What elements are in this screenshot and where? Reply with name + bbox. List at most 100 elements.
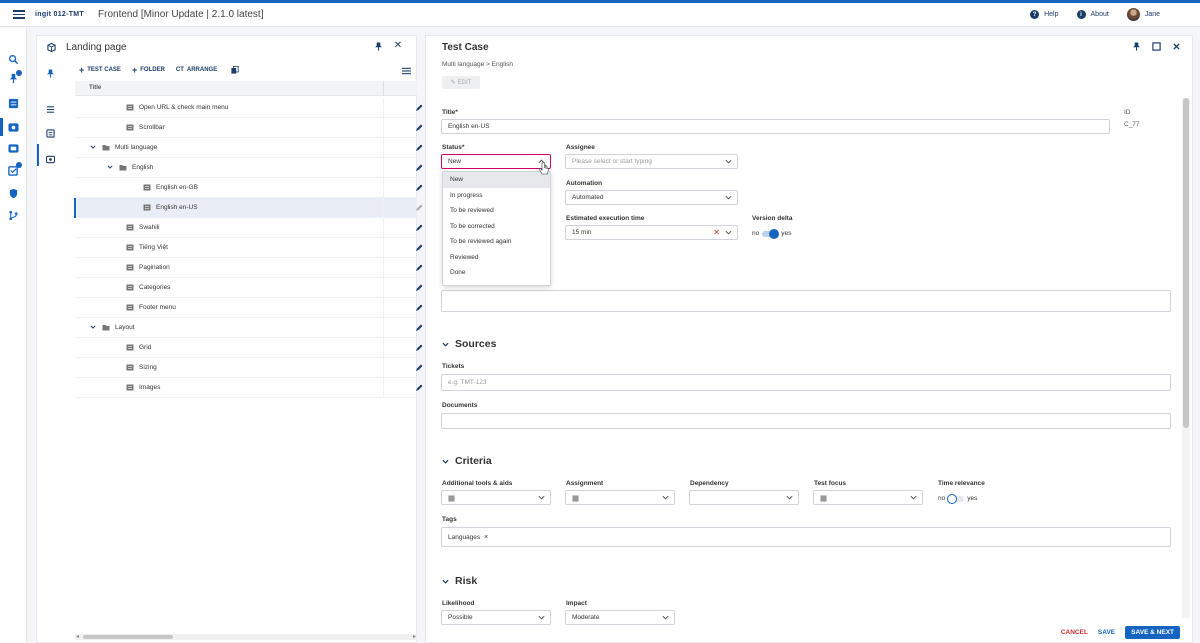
assignment-select[interactable] — [565, 490, 675, 505]
tree-row[interactable]: Tiếng Việt — [75, 238, 441, 258]
scroll-left-icon[interactable]: ◂ — [76, 634, 79, 640]
version-delta-toggle[interactable]: no yes — [752, 228, 791, 239]
pencil-icon[interactable] — [415, 144, 423, 152]
pin-panel-icon[interactable] — [374, 42, 383, 51]
scroll-right-icon[interactable]: ▸ — [413, 634, 416, 640]
tasks-icon[interactable] — [8, 162, 22, 176]
menu-icon[interactable] — [13, 10, 25, 19]
tree-row[interactable]: English en-GB — [75, 178, 441, 198]
cancel-button[interactable]: CANCEL — [1061, 629, 1088, 636]
pin-icon[interactable] — [8, 70, 22, 84]
status-select[interactable]: New — [441, 154, 551, 169]
sources-section-header[interactable]: Sources — [442, 338, 496, 350]
tree-row[interactable]: Grid — [75, 338, 441, 358]
folder-icon[interactable] — [8, 143, 19, 154]
tree-row[interactable]: Multi language — [75, 138, 441, 158]
test-case-tab-icon[interactable] — [46, 129, 55, 138]
save-button[interactable]: SAVE — [1098, 629, 1115, 636]
tree-row[interactable]: Scrollbar — [75, 118, 441, 138]
status-option[interactable]: To be reviewed again — [443, 234, 550, 250]
tree-row[interactable]: Layout — [75, 318, 441, 338]
scrollbar-thumb[interactable] — [1183, 98, 1189, 428]
status-option[interactable]: To be reviewed — [443, 203, 550, 219]
chevron-down-icon[interactable] — [107, 164, 113, 170]
search-icon[interactable] — [8, 54, 19, 65]
documents-input[interactable] — [441, 413, 1171, 429]
status-option[interactable]: Reviewed — [443, 250, 550, 266]
close-icon[interactable]: ✕ — [393, 41, 403, 51]
copy-icon[interactable] — [231, 66, 239, 74]
risk-section-header[interactable]: Risk — [442, 575, 477, 587]
title-input[interactable]: English en-US — [441, 119, 1110, 134]
tree-row[interactable]: Sizing — [75, 358, 441, 378]
automation-select[interactable]: Automated — [565, 190, 738, 205]
user-menu[interactable]: Jane — [1126, 8, 1160, 21]
add-folder-button[interactable]: + FOLDER — [132, 66, 165, 75]
pencil-icon[interactable] — [415, 224, 423, 232]
tickets-input[interactable]: e.g. TMT-123 — [441, 374, 1171, 391]
branch-icon[interactable] — [8, 210, 19, 221]
likelihood-select[interactable]: Possible — [441, 610, 551, 625]
tree-row[interactable]: English — [75, 158, 441, 178]
arrange-button[interactable]: CT ARRANGE — [176, 67, 217, 73]
app-logo[interactable]: ingit 012-TMT — [35, 11, 84, 18]
pencil-icon[interactable] — [415, 164, 423, 172]
edit-button[interactable]: ✎ EDIT — [442, 76, 480, 89]
status-option[interactable]: New — [443, 172, 550, 188]
status-option[interactable]: To be corrected — [443, 219, 550, 235]
status-option[interactable]: Done — [443, 265, 550, 281]
chevron-down-icon[interactable] — [90, 324, 96, 330]
remove-tag-icon[interactable]: × — [484, 534, 488, 541]
tree-row[interactable]: English en-US — [75, 198, 441, 218]
tree-row[interactable]: Pagination — [75, 258, 441, 278]
pencil-icon[interactable] — [415, 244, 423, 252]
tree-row[interactable]: Open URL & check main menu — [75, 98, 441, 118]
time-relevance-toggle[interactable]: no yes — [938, 493, 977, 504]
pencil-icon[interactable] — [415, 124, 423, 132]
impact-select[interactable]: Moderate — [565, 610, 675, 625]
add-test-case-button[interactable]: + TEST CASE — [79, 66, 121, 75]
tree-row[interactable]: Images — [75, 378, 441, 398]
chevron-down-icon[interactable] — [90, 144, 96, 150]
save-next-button[interactable]: SAVE & NEXT — [1125, 626, 1180, 639]
pencil-icon[interactable] — [415, 344, 423, 352]
pin-panel-icon[interactable] — [1132, 42, 1141, 51]
tree-row[interactable]: Footer menu — [75, 298, 441, 318]
tree-row[interactable]: Categories — [75, 278, 441, 298]
maximize-icon[interactable] — [1152, 42, 1161, 51]
help-link[interactable]: ? Help — [1030, 10, 1059, 19]
criteria-section-header[interactable]: Criteria — [442, 455, 492, 467]
pencil-icon[interactable] — [415, 364, 423, 372]
exec-time-select[interactable]: 15 min ✕ — [565, 225, 738, 240]
scrollbar-thumb[interactable] — [83, 635, 173, 639]
description-field[interactable] — [441, 290, 1171, 312]
test-focus-select[interactable] — [813, 490, 923, 505]
pencil-icon[interactable] — [415, 284, 423, 292]
list-tab-icon[interactable] — [46, 105, 55, 114]
pin-tab-icon[interactable] — [46, 69, 55, 78]
test-case-icon[interactable] — [8, 122, 19, 133]
tools-select[interactable] — [441, 490, 551, 505]
pencil-icon[interactable] — [415, 324, 423, 332]
columns-icon[interactable] — [402, 67, 411, 75]
status-option[interactable]: In progress — [443, 188, 550, 204]
pencil-icon[interactable] — [415, 104, 423, 112]
close-icon[interactable] — [1172, 42, 1181, 51]
pencil-icon[interactable] — [415, 184, 423, 192]
clear-icon[interactable]: ✕ — [713, 228, 720, 237]
pencil-icon[interactable] — [415, 384, 423, 392]
project-title[interactable]: Frontend [Minor Update | 2.1.0 latest] — [98, 9, 263, 20]
run-tab-icon[interactable] — [46, 155, 55, 164]
assignee-select[interactable]: Please select or start typing — [565, 154, 738, 169]
tags-input[interactable]: Languages × — [441, 527, 1171, 547]
pencil-icon[interactable] — [415, 264, 423, 272]
pencil-icon[interactable] — [415, 204, 423, 212]
vertical-scrollbar[interactable] — [1182, 98, 1190, 618]
dependency-select[interactable] — [689, 490, 799, 505]
about-link[interactable]: i About — [1076, 10, 1109, 19]
pencil-icon[interactable] — [415, 304, 423, 312]
list-icon[interactable] — [8, 98, 19, 109]
shield-icon[interactable] — [8, 188, 19, 199]
horizontal-scrollbar[interactable]: ◂ ▸ — [75, 634, 417, 640]
column-title-header[interactable]: Title — [89, 85, 101, 91]
